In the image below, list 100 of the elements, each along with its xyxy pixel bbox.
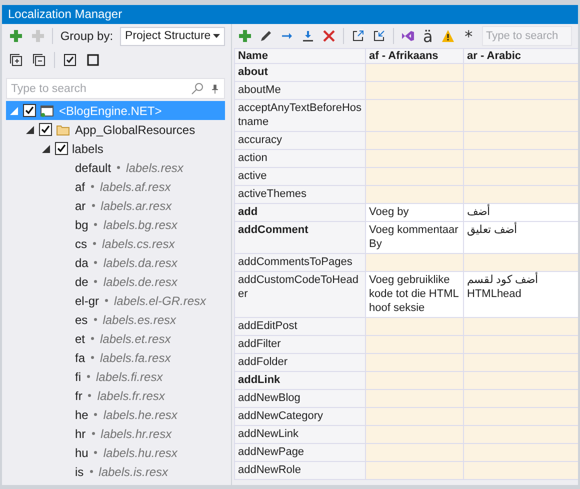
tree-item[interactable]: el-gr labels.el-GR.resx	[6, 291, 225, 310]
search-box[interactable]: Type to search	[6, 78, 225, 99]
name-cell: active	[234, 168, 366, 186]
expand-all-icon[interactable]	[8, 52, 24, 68]
translation-cell: Voeg kommentaar By	[366, 222, 464, 254]
expanded-arrow-icon[interactable]	[26, 126, 34, 134]
tree-item[interactable]: et labels.et.resx	[6, 329, 225, 348]
name-cell: addNewLink	[234, 426, 366, 444]
checkbox[interactable]	[23, 104, 36, 117]
translation-cell: Voeg gebruiklike kode tot die HTML hoof seksie	[366, 272, 464, 318]
culture-code: da	[75, 256, 88, 270]
culture-code: es	[75, 312, 88, 326]
name-cell: activeThemes	[234, 186, 366, 204]
name-cell: addCustomCodeToHeader	[234, 272, 366, 318]
translation-cell: أضف كود لقسم HTMLhead	[464, 272, 578, 318]
export-icon[interactable]	[350, 28, 365, 44]
name-cell: addComment	[234, 222, 366, 254]
add-icon[interactable]	[8, 28, 24, 44]
add-icon[interactable]	[238, 28, 252, 44]
tree-item[interactable]: hu labels.hu.resx	[6, 443, 225, 462]
import-icon	[372, 29, 386, 43]
tree-item[interactable]: da labels.da.resx	[6, 253, 225, 272]
name-cell: addNewCategory	[234, 408, 366, 426]
collapse-all-icon	[32, 53, 46, 67]
search-field[interactable]: Type to search	[482, 26, 572, 46]
check-all-icon[interactable]	[62, 52, 78, 68]
culture-code: is	[75, 464, 84, 478]
tree-item[interactable]: App_GlobalResources	[6, 120, 225, 139]
tree-item[interactable]: fr labels.fr.resx	[6, 386, 225, 405]
tree-item[interactable]: labels	[6, 139, 225, 158]
close-icon	[322, 29, 336, 43]
import-icon[interactable]	[372, 28, 386, 44]
name-cell: addFolder	[234, 354, 366, 372]
culture-code: bg	[75, 218, 88, 232]
culture-code: hu	[75, 446, 88, 460]
culture-code: fi	[75, 370, 81, 384]
file-name: labels.bg.resx	[103, 218, 178, 232]
tree-item[interactable]: af labels.af.resx	[6, 177, 225, 196]
culture-code: hr	[75, 426, 86, 440]
tree-item[interactable]: fi labels.fi.resx	[6, 367, 225, 386]
file-name: labels.resx	[126, 160, 184, 174]
plus-icon	[238, 29, 252, 43]
file-name: labels.de.resx	[103, 274, 178, 288]
tree-item[interactable]: he labels.he.resx	[6, 405, 225, 424]
project-icon	[40, 104, 54, 118]
tree-item[interactable]: hr labels.hr.resx	[6, 424, 225, 443]
group-by-dropdown[interactable]: Project Structure	[120, 26, 225, 46]
warning-icon[interactable]	[441, 28, 456, 44]
group-by-label: Group by:	[60, 29, 114, 43]
node-label: <BlogEngine.NET>	[59, 104, 162, 118]
expand-all-icon	[9, 53, 23, 67]
file-name: labels.he.resx	[103, 408, 178, 422]
tree-item[interactable]: ar labels.ar.resx	[6, 196, 225, 215]
file-name: labels.ar.resx	[100, 198, 172, 212]
letter-button[interactable]: ä	[422, 28, 434, 44]
column-header[interactable]: Name	[234, 48, 366, 64]
culture-code: default	[75, 160, 112, 174]
tree-item[interactable]: de labels.de.resx	[6, 272, 225, 291]
name-cell: action	[234, 150, 366, 168]
translation-cell: أضف	[464, 204, 578, 222]
name-cell: addNewBlog	[234, 390, 366, 408]
culture-code: de	[75, 274, 88, 288]
column-header[interactable]: af - Afrikaans	[366, 48, 464, 64]
tree-item[interactable]: default labels.resx	[6, 158, 225, 177]
column-header[interactable]: ar - Arabic	[464, 48, 578, 64]
collapse-all-icon[interactable]	[31, 52, 47, 68]
file-name: labels.et.resx	[100, 332, 171, 346]
star-button[interactable]: *	[462, 28, 475, 44]
tree-item[interactable]: es labels.es.resx	[6, 310, 225, 329]
name-cell: addNewRole	[234, 462, 366, 480]
translation-cell: أضف تعليق	[464, 222, 578, 254]
checkbox[interactable]	[39, 123, 52, 136]
pin-icon	[210, 82, 220, 96]
tree-item[interactable]: fa labels.fa.resx	[6, 348, 225, 367]
checkbox[interactable]	[55, 142, 68, 155]
edit-icon[interactable]	[259, 28, 273, 44]
node-label: App_GlobalResources	[75, 122, 196, 136]
expanded-arrow-icon[interactable]	[42, 144, 50, 152]
uncheck-all-icon[interactable]	[85, 52, 101, 68]
tree-item[interactable]: cs labels.cs.resx	[6, 234, 225, 253]
download-icon	[301, 29, 315, 43]
culture-code: he	[75, 408, 88, 422]
search-field[interactable]: Type to search	[11, 82, 190, 94]
folder-icon	[56, 122, 70, 136]
download-icon[interactable]	[301, 28, 315, 44]
delete-icon[interactable]	[322, 28, 336, 44]
name-cell: addNewPage	[234, 444, 366, 462]
plus-icon	[30, 29, 45, 43]
file-name: labels.hr.resx	[100, 426, 172, 440]
checkbox-icon	[86, 53, 100, 67]
name-cell: add	[234, 204, 366, 222]
caret-icon	[212, 34, 220, 38]
translation-cell: Voeg by	[366, 204, 464, 222]
tree-item[interactable]: bg labels.bg.resx	[6, 215, 225, 234]
file-name: labels.da.resx	[103, 256, 178, 270]
visual-studio-icon[interactable]	[400, 28, 415, 44]
name-cell: about	[234, 64, 366, 82]
culture-code: cs	[75, 236, 87, 250]
culture-code: el-gr	[75, 294, 100, 308]
tree-item[interactable]: is labels.is.resx	[6, 462, 225, 481]
